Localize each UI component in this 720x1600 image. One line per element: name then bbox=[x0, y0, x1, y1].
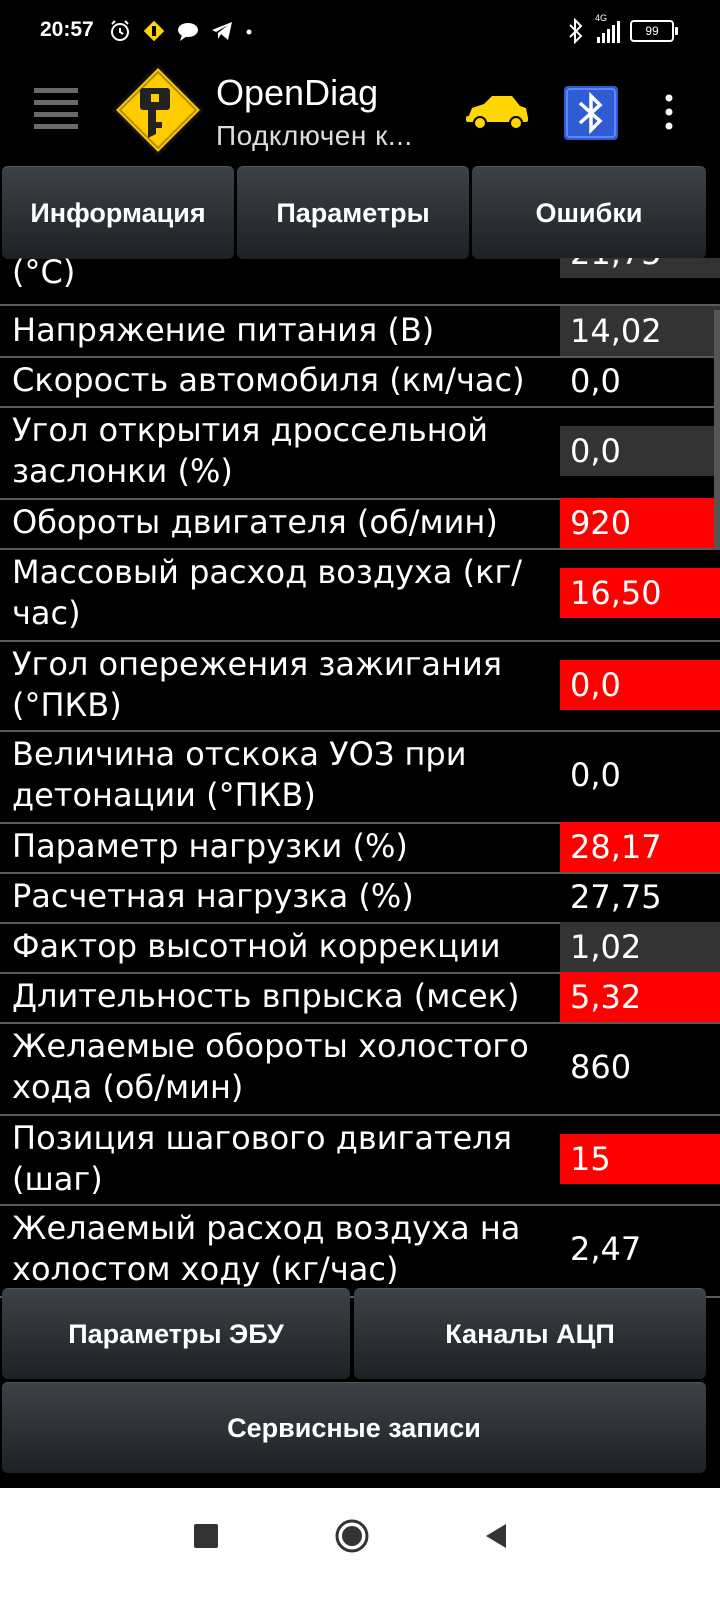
parameter-row[interactable]: Желаемые обороты холостого хода (об/мин)… bbox=[0, 1022, 720, 1116]
parameter-label: Параметр нагрузки (%) bbox=[12, 827, 408, 865]
parameter-label: Длительность впрыска (мсек) bbox=[12, 977, 520, 1015]
parameter-value: 15 bbox=[560, 1134, 720, 1184]
system-nav-bar bbox=[0, 1488, 720, 1600]
status-time: 20:57 bbox=[40, 18, 94, 41]
telegram-icon bbox=[212, 22, 232, 40]
parameter-value: 27,75 bbox=[570, 878, 662, 916]
parameter-label: Расчетная нагрузка (%) bbox=[12, 877, 414, 915]
parameter-label: Обороты двигателя (об/мин) bbox=[12, 503, 498, 541]
car-icon[interactable] bbox=[464, 94, 530, 130]
system-icons: 4G 99 bbox=[567, 13, 678, 46]
parameter-label: Массовый расход воздуха (кг/час) bbox=[12, 553, 523, 632]
parameter-label: Скорость автомобиля (км/час) bbox=[12, 361, 525, 399]
parameter-label: Напряжение питания (В) bbox=[12, 311, 435, 349]
service-records-button[interactable]: Сервисные записи bbox=[2, 1382, 706, 1473]
parameter-value: 16,50 bbox=[560, 568, 720, 618]
app-title: OpenDiag bbox=[216, 72, 379, 113]
status-bar: 20:57 4G 99 bbox=[0, 0, 720, 68]
alarm-icon bbox=[111, 20, 129, 41]
connection-status: Подключен к... bbox=[216, 120, 413, 151]
parameter-value: 1,02 bbox=[560, 922, 720, 972]
notification-icons bbox=[108, 16, 254, 46]
network-type: 4G bbox=[595, 13, 608, 23]
parameter-label: Желаемый расход воздуха на холостом ходу… bbox=[12, 1209, 521, 1288]
parameter-row[interactable]: (°C) 21,75 bbox=[0, 258, 720, 306]
hamburger-menu-icon[interactable] bbox=[32, 84, 80, 132]
parameter-label: Величина отскока УОЗ при детонации (°ПКВ… bbox=[12, 735, 467, 814]
parameter-label: (°C) bbox=[12, 258, 76, 291]
scrollbar-thumb[interactable] bbox=[714, 310, 720, 550]
bluetooth-icon bbox=[569, 18, 583, 44]
back-icon[interactable] bbox=[484, 1522, 508, 1550]
tab-errors[interactable]: Ошибки bbox=[472, 166, 706, 259]
parameter-row[interactable]: Угол опережения зажигания (°ПКВ) 0,0 bbox=[0, 640, 720, 732]
recent-apps-icon[interactable] bbox=[194, 1524, 218, 1548]
parameter-label: Угол опережения зажигания (°ПКВ) bbox=[12, 645, 502, 724]
parameter-label: Желаемые обороты холостого хода (об/мин) bbox=[12, 1027, 529, 1106]
home-icon[interactable] bbox=[334, 1518, 370, 1554]
parameter-label: Позиция шагового двигателя (шаг) bbox=[12, 1119, 512, 1198]
signal-icon: 4G bbox=[595, 13, 620, 43]
parameter-label: Угол открытия дроссельной заслонки (%) bbox=[12, 411, 488, 490]
tab-parameters[interactable]: Параметры bbox=[237, 166, 469, 259]
adc-channels-button[interactable]: Каналы АЦП bbox=[354, 1288, 706, 1379]
main-tabs: Информация Параметры Ошибки bbox=[0, 166, 720, 259]
parameter-value: 0,0 bbox=[560, 426, 720, 476]
tab-information[interactable]: Информация bbox=[2, 166, 234, 259]
chat-icon bbox=[178, 23, 198, 41]
opendiag-logo-icon bbox=[111, 63, 205, 157]
parameter-value: 0,0 bbox=[570, 362, 621, 400]
parameter-row[interactable]: Напряжение питания (В) 14,02 bbox=[0, 306, 720, 358]
bluetooth-connection-icon[interactable] bbox=[564, 86, 618, 140]
parameter-value: 28,17 bbox=[560, 822, 720, 872]
ecu-params-button[interactable]: Параметры ЭБУ bbox=[2, 1288, 350, 1379]
parameter-value: 14,02 bbox=[560, 306, 720, 356]
overflow-menu-icon[interactable] bbox=[660, 92, 678, 132]
parameter-row[interactable]: Угол открытия дроссельной заслонки (%) 0,… bbox=[0, 406, 720, 500]
parameter-row[interactable]: Величина отскока УОЗ при детонации (°ПКВ… bbox=[0, 730, 720, 824]
parameter-label: Фактор высотной коррекции bbox=[12, 927, 501, 965]
parameter-row[interactable]: Обороты двигателя (об/мин) 920 bbox=[0, 498, 720, 550]
battery-indicator: 99 bbox=[630, 20, 678, 42]
more-notifications-icon bbox=[246, 29, 252, 35]
parameter-value: 0,0 bbox=[560, 660, 720, 710]
parameter-row[interactable]: Фактор высотной коррекции 1,02 bbox=[0, 922, 720, 974]
app-bar: OpenDiag Подключен к... bbox=[0, 63, 720, 164]
parameter-row[interactable]: Длительность впрыска (мсек) 5,32 bbox=[0, 972, 720, 1024]
parameter-value: 860 bbox=[570, 1048, 632, 1086]
opendiag-notification-icon bbox=[142, 19, 166, 43]
parameter-value: 21,75 bbox=[560, 258, 720, 278]
parameter-row[interactable]: Позиция шагового двигателя (шаг) 15 bbox=[0, 1114, 720, 1206]
parameter-value: 5,32 bbox=[560, 972, 720, 1022]
parameter-row[interactable]: Массовый расход воздуха (кг/час) 16,50 bbox=[0, 548, 720, 642]
parameter-value: 920 bbox=[560, 498, 720, 548]
parameter-row[interactable]: Скорость автомобиля (км/час) 0,0 bbox=[0, 356, 720, 408]
parameter-row[interactable]: Желаемый расход воздуха на холостом ходу… bbox=[0, 1204, 720, 1298]
parameter-row[interactable]: Параметр нагрузки (%) 28,17 bbox=[0, 822, 720, 874]
parameter-list[interactable]: (°C)21,75Напряжение питания (В)14,02Скор… bbox=[0, 258, 720, 1308]
parameter-value: 2,47 bbox=[570, 1230, 642, 1268]
parameter-row[interactable]: Расчетная нагрузка (%) 27,75 bbox=[0, 872, 720, 924]
parameter-value: 0,0 bbox=[570, 756, 621, 794]
